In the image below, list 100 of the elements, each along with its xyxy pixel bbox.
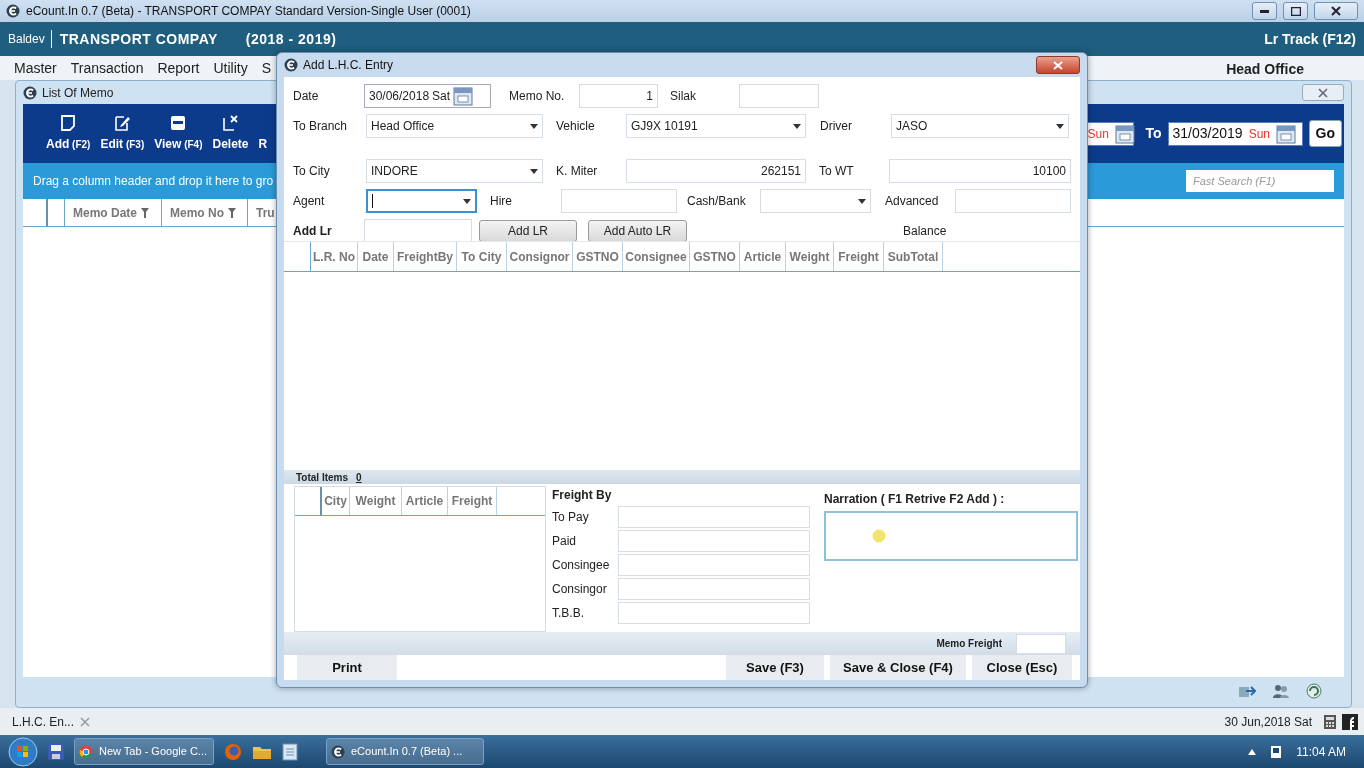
export-icon[interactable] (1238, 683, 1256, 699)
column-header[interactable]: Weight (350, 487, 402, 515)
maximize-button[interactable] (1283, 2, 1308, 20)
field-label: T.B.B. (552, 605, 585, 622)
input-field[interactable]: 1 (579, 84, 658, 108)
action-button[interactable]: Close (Esc) (972, 655, 1072, 680)
field-label: Memo No. (509, 88, 566, 105)
input-field[interactable] (618, 602, 810, 624)
close-button[interactable] (1302, 84, 1344, 101)
lr-track-link[interactable]: Lr Track (F12) (1264, 28, 1356, 50)
caret-icon (1056, 123, 1064, 129)
input-field[interactable] (618, 554, 810, 576)
menu-item[interactable]: Transaction (70, 58, 144, 80)
menu-item[interactable]: S (261, 58, 272, 80)
menu-item[interactable]: Report (157, 58, 200, 80)
column-header[interactable]: Freight (834, 242, 884, 271)
minimize-button[interactable] (1252, 2, 1277, 20)
column-header[interactable]: Consignor (507, 242, 573, 271)
minimize-icon (1260, 9, 1269, 13)
dropdown[interactable] (366, 189, 477, 213)
search-field[interactable]: Fast Search (F1) (1186, 170, 1334, 192)
section-title: Freight By (552, 487, 613, 504)
people-icon[interactable] (1272, 683, 1290, 699)
date-field[interactable]: 31/03/2019 Sun (1167, 121, 1303, 146)
close-button[interactable] (1036, 56, 1080, 74)
column-header[interactable]: Memo Date (65, 199, 162, 226)
clock[interactable]: 11:04 AM (1296, 742, 1346, 761)
taskbar-button[interactable]: New Tab - Google C... (74, 738, 214, 765)
input-field[interactable] (618, 506, 810, 528)
add-button[interactable]: Add Auto LR (588, 220, 687, 242)
toolbar-button[interactable]: Edit (F3) (100, 114, 145, 153)
column-header[interactable]: City (322, 487, 350, 515)
start-button[interactable] (8, 736, 38, 767)
social-icon[interactable] (1342, 713, 1358, 730)
column-header[interactable]: GSTNO (573, 242, 623, 271)
calculator-icon[interactable] (1324, 714, 1336, 729)
narration-field[interactable] (824, 511, 1078, 561)
field-label: Silak (670, 88, 697, 105)
app-logo-icon (6, 4, 20, 18)
refresh-icon[interactable] (1306, 683, 1322, 699)
show-hidden-icons-icon[interactable] (1248, 748, 1257, 755)
column-header[interactable]: Article (740, 242, 786, 271)
column-header[interactable]: Weight (786, 242, 834, 271)
to-label: To (1145, 124, 1162, 143)
column-header[interactable]: Consignee (623, 242, 690, 271)
menu-item[interactable]: Master (14, 58, 57, 80)
filter-icon[interactable] (141, 207, 149, 218)
column-header[interactable]: Article (402, 487, 448, 515)
column-header[interactable]: Freight (448, 487, 497, 515)
field-label: Paid (552, 533, 578, 550)
input-field[interactable] (739, 84, 819, 108)
taskbar-button[interactable]: eCount.In 0.7 (Beta) ... (326, 738, 484, 765)
column-header[interactable]: Memo No (162, 199, 248, 226)
close-button[interactable] (1314, 2, 1358, 20)
toolbar-button[interactable]: Add (F2) (46, 114, 91, 153)
dropdown[interactable]: JASO (891, 114, 1069, 138)
column-header[interactable]: Date (358, 242, 394, 271)
notepad-icon[interactable] (282, 742, 298, 761)
input-field[interactable]: 10100 (889, 159, 1071, 183)
filter-icon[interactable] (228, 207, 236, 218)
dropdown[interactable]: INDORE (366, 159, 543, 183)
field-label: Cash/Bank (687, 193, 747, 210)
app-logo-icon (23, 85, 37, 100)
toolbar-button[interactable]: R (258, 114, 268, 153)
dropdown[interactable]: GJ9X 10191 (626, 114, 806, 138)
input-field[interactable] (364, 219, 472, 243)
app-logo-icon (284, 58, 298, 72)
toolbar-button[interactable]: View (F4) (154, 114, 203, 153)
input-field[interactable] (618, 530, 810, 552)
network-icon[interactable] (1270, 743, 1283, 760)
field-label: To Branch (293, 118, 349, 135)
close-icon[interactable] (80, 716, 91, 727)
pencil-icon (113, 114, 132, 132)
column-header[interactable]: SubTotal (884, 242, 943, 271)
toolbar-button[interactable]: Delete (212, 114, 249, 153)
column-header[interactable]: L.R. No (311, 242, 358, 271)
date-field[interactable]: 30/06/2018 Sat (364, 84, 491, 108)
column-header[interactable]: GSTNO (690, 242, 740, 271)
field-label: Hire (490, 193, 513, 210)
column-header[interactable]: FreightBy (394, 242, 457, 271)
field-label: K. Miter (556, 163, 599, 180)
input-field[interactable]: 262151 (626, 159, 806, 183)
column-header[interactable]: To City (457, 242, 507, 271)
field-label: Driver (820, 118, 853, 135)
financial-year: (2018 - 2019) (245, 29, 337, 49)
input-field[interactable] (618, 578, 810, 600)
firefox-icon[interactable] (224, 742, 242, 761)
total-items-count: 0 (356, 470, 362, 485)
add-button[interactable]: Add LR (479, 220, 577, 242)
input-field[interactable] (561, 189, 677, 213)
floppy-icon[interactable] (48, 743, 64, 760)
action-button[interactable]: Save (F3) (726, 655, 824, 680)
input-field[interactable] (955, 189, 1071, 213)
input-field[interactable] (1016, 633, 1066, 654)
go-button[interactable]: Go (1308, 120, 1342, 147)
menu-item[interactable]: Utility (213, 58, 248, 80)
action-button[interactable]: Save & Close (F4) (830, 655, 966, 680)
document-tab[interactable]: L.H.C. En... (12, 712, 75, 731)
action-button[interactable]: Print (297, 655, 397, 680)
dropdown[interactable]: Head Office (366, 114, 543, 138)
